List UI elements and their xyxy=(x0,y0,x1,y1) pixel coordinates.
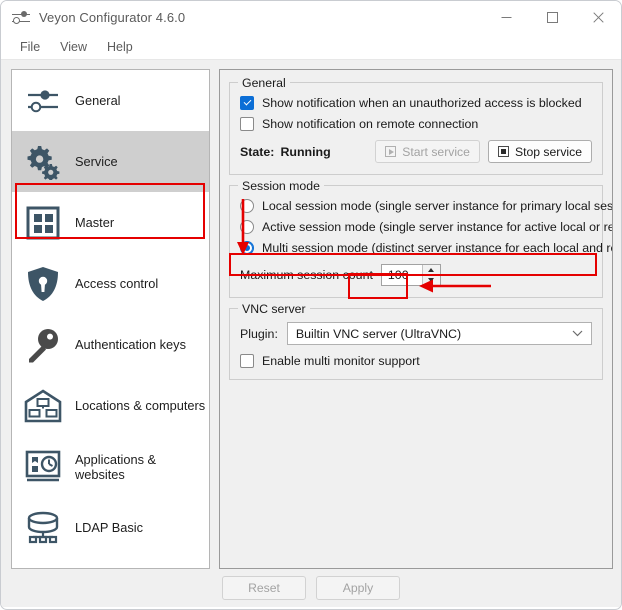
apps-clock-icon xyxy=(21,445,65,489)
max-session-count-value[interactable]: 100 xyxy=(382,265,422,285)
chevron-down-icon xyxy=(572,328,583,340)
sidebar-item-general[interactable]: General xyxy=(12,70,209,131)
plugin-select[interactable]: Builtin VNC server (UltraVNC) xyxy=(287,322,592,345)
minimize-button[interactable] xyxy=(483,1,529,34)
service-state-label: State: xyxy=(240,145,274,159)
radio-multi-session-mode-label: Multi session mode (distinct server inst… xyxy=(262,241,613,255)
checkbox-row-unauthorized[interactable]: Show notification when an unauthorized a… xyxy=(240,96,592,110)
reset-button-label: Reset xyxy=(248,581,280,595)
radio-local-session-mode-label: Local session mode (single server instan… xyxy=(262,199,613,213)
radio-row-multi-session[interactable]: Multi session mode (distinct server inst… xyxy=(240,241,592,255)
apply-button-label: Apply xyxy=(343,581,374,595)
sidebar-item-label: Applications & websites xyxy=(75,452,209,482)
radio-active-session-mode[interactable] xyxy=(240,220,254,234)
chevron-down-icon xyxy=(428,278,434,282)
stop-service-button[interactable]: Stop service xyxy=(488,140,592,163)
start-service-button[interactable]: Start service xyxy=(375,140,480,163)
sidebar-item-label: Locations & computers xyxy=(75,398,205,413)
plugin-label: Plugin: xyxy=(240,327,278,341)
general-group: General Show notification when an unauth… xyxy=(229,82,603,175)
shield-keyhole-icon xyxy=(21,262,65,306)
service-state-row: State: Running Start service Stop servic… xyxy=(240,140,592,163)
sidebar-item-label: Service xyxy=(75,154,118,169)
footer-bar: Reset Apply xyxy=(1,569,621,607)
key-icon xyxy=(21,323,65,367)
checkbox-multi-monitor-label: Enable multi monitor support xyxy=(262,354,420,368)
sidebar-item-access-control[interactable]: Access control xyxy=(12,253,209,314)
stepper-down-button[interactable] xyxy=(423,276,440,286)
menu-view[interactable]: View xyxy=(50,37,97,57)
checkbox-remote-connection[interactable] xyxy=(240,117,254,131)
radio-row-local-session[interactable]: Local session mode (single server instan… xyxy=(240,199,592,213)
max-session-count-row: Maximum session count 100 xyxy=(240,264,592,286)
reset-button[interactable]: Reset xyxy=(222,576,306,600)
content-area: General Service xyxy=(1,60,621,607)
window-controls xyxy=(483,1,621,34)
checkbox-multi-monitor[interactable] xyxy=(240,354,254,368)
max-session-count-stepper[interactable]: 100 xyxy=(381,264,441,286)
stepper-up-button[interactable] xyxy=(423,265,440,276)
stop-icon xyxy=(498,146,509,157)
sidebar-item-label: Authentication keys xyxy=(75,337,186,352)
sidebar-item-label: LDAP Basic xyxy=(75,520,143,535)
session-mode-group: Session mode Local session mode (single … xyxy=(229,185,603,298)
app-window: Veyon Configurator 4.6.0 File View Help xyxy=(0,0,622,610)
title-bar: Veyon Configurator 4.6.0 xyxy=(1,1,621,34)
session-mode-group-title: Session mode xyxy=(238,179,324,193)
start-service-label: Start service xyxy=(402,145,470,159)
menu-bar: File View Help xyxy=(1,34,621,60)
checkbox-row-remote[interactable]: Show notification on remote connection xyxy=(240,117,592,131)
plugin-row: Plugin: Builtin VNC server (UltraVNC) xyxy=(240,322,592,345)
close-button[interactable] xyxy=(575,1,621,34)
radio-local-session-mode[interactable] xyxy=(240,199,254,213)
stepper-buttons xyxy=(422,265,440,285)
sidebar-item-label: Access control xyxy=(75,276,158,291)
sidebar: General Service xyxy=(11,69,210,569)
database-icon xyxy=(21,506,65,550)
chevron-up-icon xyxy=(428,268,434,272)
menu-help[interactable]: Help xyxy=(97,37,143,57)
sliders-icon xyxy=(21,79,65,123)
window-title: Veyon Configurator 4.6.0 xyxy=(39,10,185,25)
general-group-title: General xyxy=(238,76,290,90)
plugin-select-value: Builtin VNC server (UltraVNC) xyxy=(296,327,461,341)
sliders-icon xyxy=(12,9,30,27)
service-state-value: Running xyxy=(280,145,330,159)
maximize-button[interactable] xyxy=(529,1,575,34)
vnc-server-group-title: VNC server xyxy=(238,302,310,316)
stop-service-label: Stop service xyxy=(515,145,582,159)
checkbox-unauthorized-access-label: Show notification when an unauthorized a… xyxy=(262,96,582,110)
grid-squares-icon xyxy=(21,201,65,245)
settings-panel: General Show notification when an unauth… xyxy=(219,69,613,569)
vnc-server-group: VNC server Plugin: Builtin VNC server (U… xyxy=(229,308,603,380)
max-session-count-label: Maximum session count xyxy=(240,268,373,282)
sidebar-item-locations-computers[interactable]: Locations & computers xyxy=(12,375,209,436)
radio-row-active-session[interactable]: Active session mode (single server insta… xyxy=(240,220,592,234)
sidebar-item-applications-websites[interactable]: Applications & websites xyxy=(12,436,209,497)
sidebar-item-master[interactable]: Master xyxy=(12,192,209,253)
sidebar-item-label: Master xyxy=(75,215,114,230)
radio-multi-session-mode[interactable] xyxy=(240,241,254,255)
sidebar-item-authentication-keys[interactable]: Authentication keys xyxy=(12,314,209,375)
sidebar-item-service[interactable]: Service xyxy=(12,131,209,192)
house-computers-icon xyxy=(21,384,65,428)
checkbox-row-multimonitor[interactable]: Enable multi monitor support xyxy=(240,354,592,368)
menu-file[interactable]: File xyxy=(10,37,50,57)
checkbox-unauthorized-access[interactable] xyxy=(240,96,254,110)
checkbox-remote-connection-label: Show notification on remote connection xyxy=(262,117,478,131)
apply-button[interactable]: Apply xyxy=(316,576,400,600)
play-icon xyxy=(385,146,396,157)
gears-icon xyxy=(21,140,65,184)
sidebar-item-label: General xyxy=(75,93,121,108)
radio-active-session-mode-label: Active session mode (single server insta… xyxy=(262,220,613,234)
sidebar-item-ldap-basic[interactable]: LDAP Basic xyxy=(12,497,209,558)
